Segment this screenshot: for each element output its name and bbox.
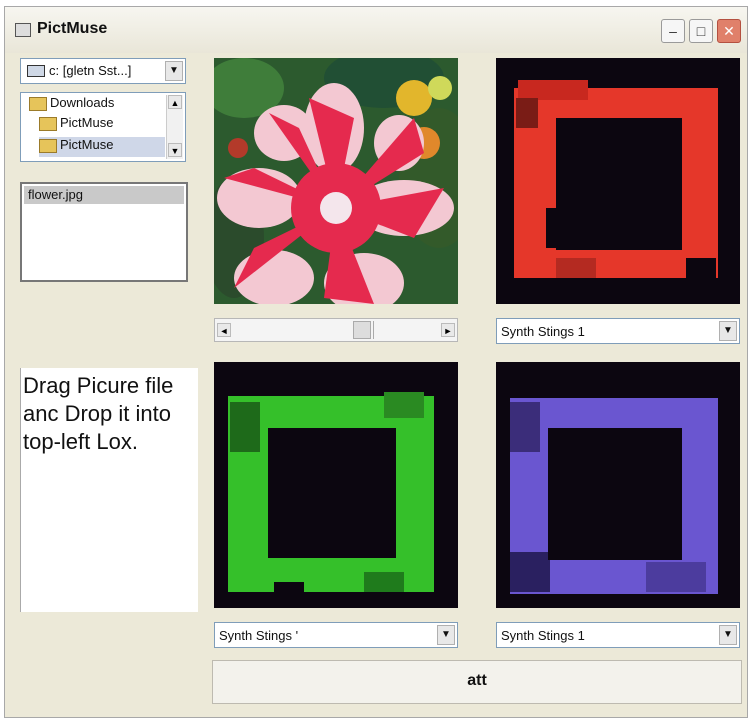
green-channel-image (214, 362, 458, 608)
source-picture-dropzone[interactable] (214, 58, 458, 304)
voice-select-red[interactable]: Synth Stings 1 ▼ (496, 318, 740, 344)
voice-label-red: Synth Stings 1 (501, 324, 585, 339)
folder-icon (39, 116, 57, 131)
close-icon: ✕ (723, 23, 735, 39)
folder-item-downloads[interactable]: Downloads (29, 95, 114, 115)
scroll-right-arrow[interactable]: ► (441, 323, 455, 337)
minimize-icon: – (669, 23, 677, 39)
maximize-icon: □ (696, 23, 706, 39)
window-title: PictMuse (37, 20, 108, 37)
directory-list[interactable]: Downloads PictMuse PictMuse ▲ ▼ (20, 92, 186, 162)
folder-icon (15, 23, 31, 37)
voice-label-green: Synth Stings ' (219, 628, 299, 643)
folder-icon (29, 96, 47, 111)
voice-dropdown-arrow-red[interactable]: ▼ (719, 321, 737, 341)
voice-label-blue: Synth Stings 1 (501, 628, 585, 643)
drive-icon (27, 65, 45, 77)
close-button[interactable]: ✕ (717, 19, 741, 43)
maximize-button[interactable]: □ (689, 19, 713, 43)
minimize-button[interactable]: – (661, 19, 685, 43)
voice-dropdown-arrow-green[interactable]: ▼ (437, 625, 455, 645)
blue-channel-image (496, 362, 740, 608)
directory-scrollbar[interactable]: ▲ ▼ (166, 95, 183, 159)
folder-item-pictmuse-selected[interactable]: PictMuse (39, 137, 165, 157)
red-channel-picture (496, 58, 740, 304)
drive-label: c: [gletn Sst...] (49, 63, 132, 78)
play-button[interactable]: att (212, 660, 742, 704)
green-channel-picture (214, 362, 458, 608)
scroll-thumb[interactable] (353, 321, 371, 339)
blue-channel-picture (496, 362, 740, 608)
drive-selector[interactable]: c: [gletn Sst...] ▼ (20, 58, 186, 84)
voice-select-green[interactable]: Synth Stings ' ▼ (214, 622, 458, 648)
scroll-up-arrow[interactable]: ▲ (168, 95, 182, 109)
file-item[interactable]: flower.jpg (24, 186, 184, 204)
flower-image (214, 58, 458, 304)
red-channel-image (496, 58, 740, 304)
voice-dropdown-arrow-blue[interactable]: ▼ (719, 625, 737, 645)
folder-item-pictmuse[interactable]: PictMuse (39, 115, 113, 135)
drive-dropdown-arrow[interactable]: ▼ (165, 61, 183, 81)
instructions-panel: Drag Picure file anc Drop it into top-le… (20, 368, 198, 612)
file-list[interactable]: flower.jpg (20, 182, 188, 282)
title-bar[interactable]: PictMuse – □ ✕ (5, 7, 747, 53)
scroll-left-arrow[interactable]: ◄ (217, 323, 231, 337)
instructions-text: Drag Picure file anc Drop it into top-le… (23, 373, 174, 454)
scroll-down-arrow[interactable]: ▼ (168, 143, 182, 157)
image-scrollbar[interactable]: ◄ ► (214, 318, 458, 342)
voice-select-blue[interactable]: Synth Stings 1 ▼ (496, 622, 740, 648)
scroll-separator (373, 321, 374, 339)
folder-icon (39, 138, 57, 153)
